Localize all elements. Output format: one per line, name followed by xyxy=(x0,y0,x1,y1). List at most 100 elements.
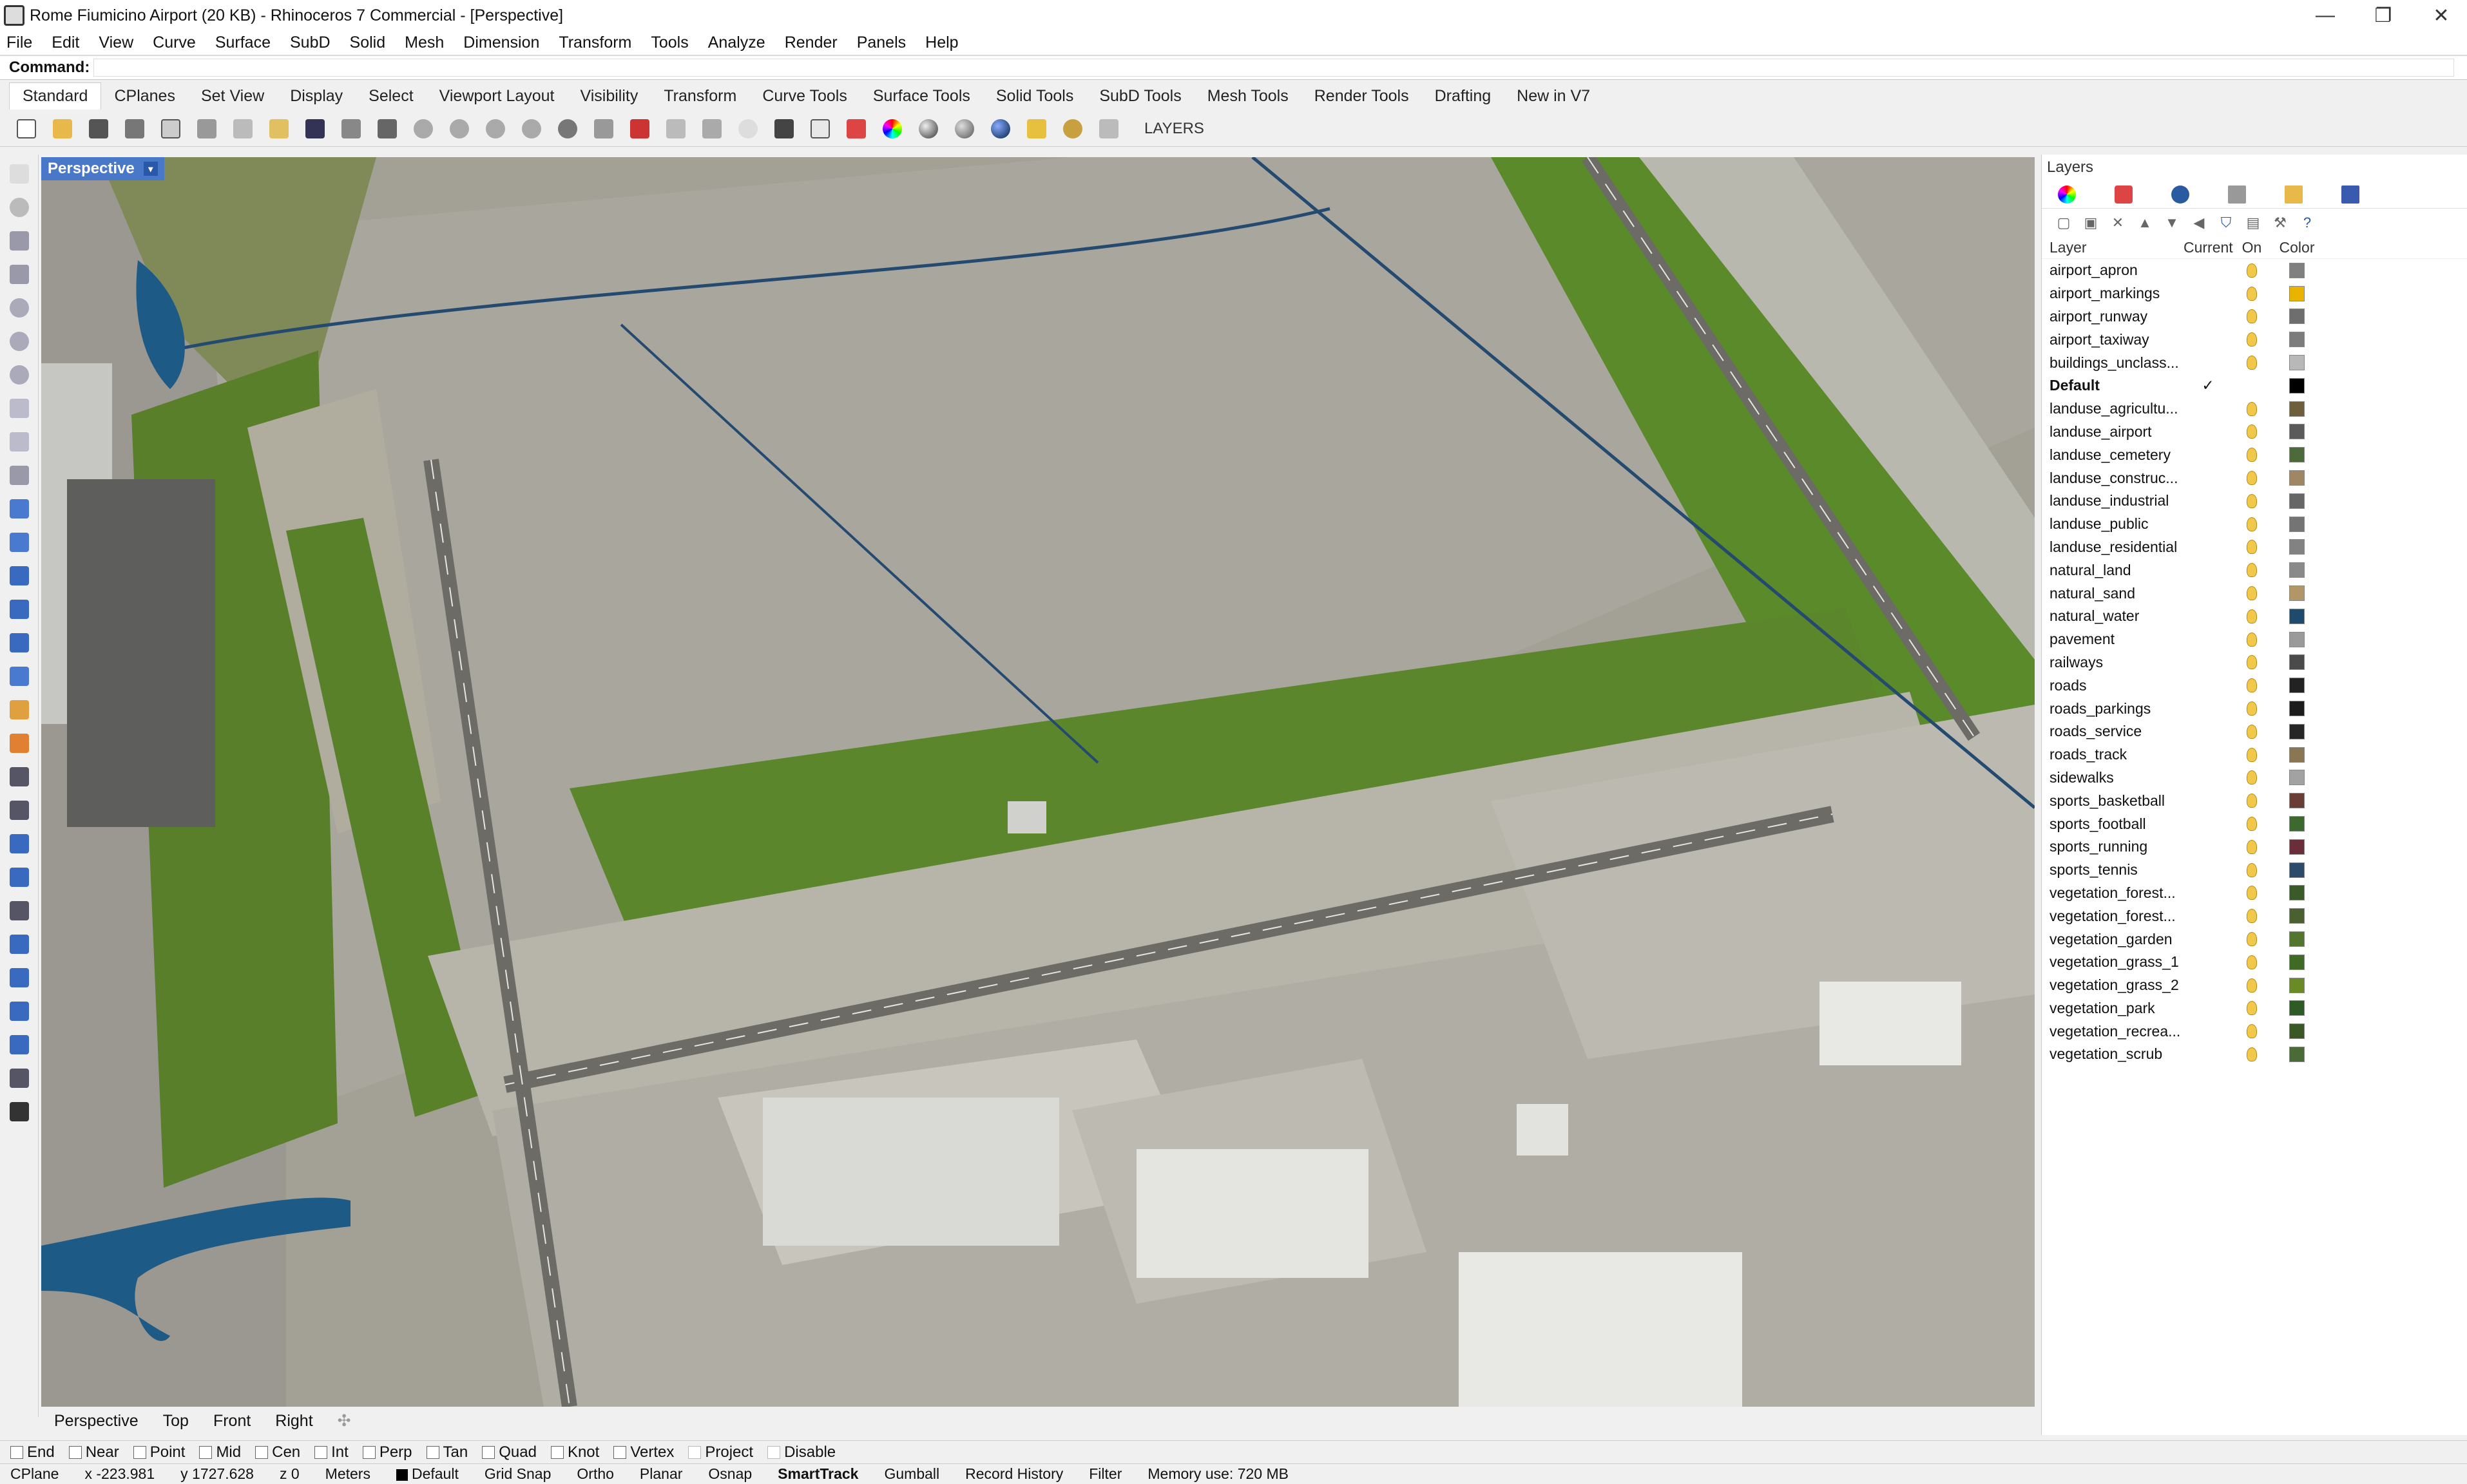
tab-visibility[interactable]: Visibility xyxy=(567,83,651,109)
move-out-icon[interactable]: ◀ xyxy=(2190,214,2208,232)
layer-color-cell[interactable] xyxy=(2271,539,2323,555)
snap-icon[interactable] xyxy=(5,1031,34,1059)
osnap-checkbox[interactable] xyxy=(314,1445,328,1459)
filter-icon[interactable]: ⛉ xyxy=(2217,214,2235,232)
layer-row[interactable]: vegetation_park xyxy=(2042,997,2467,1020)
layer-name[interactable]: sports_tennis xyxy=(2042,861,2184,879)
layer-color-cell[interactable] xyxy=(2271,631,2323,647)
history-icon[interactable] xyxy=(5,1064,34,1092)
import-icon[interactable] xyxy=(157,115,184,142)
layer-color-cell[interactable] xyxy=(2271,470,2323,486)
layer-row[interactable]: roads_service xyxy=(2042,720,2467,743)
layer-name[interactable]: natural_land xyxy=(2042,562,2184,579)
layer-row[interactable]: landuse_cemetery xyxy=(2042,443,2467,466)
layer-name[interactable]: vegetation_park xyxy=(2042,1000,2184,1017)
layer-on-toggle[interactable] xyxy=(2232,424,2271,439)
layer-name[interactable]: roads_service xyxy=(2042,723,2184,740)
minimize-button[interactable]: — xyxy=(2296,0,2354,31)
car-icon[interactable] xyxy=(626,115,653,142)
menu-solid[interactable]: Solid xyxy=(350,33,386,52)
layer-on-toggle[interactable] xyxy=(2232,724,2271,739)
new-sublayer-icon[interactable]: ▣ xyxy=(2082,214,2100,232)
tab-curve-tools[interactable]: Curve Tools xyxy=(749,83,860,109)
plane-icon[interactable] xyxy=(662,115,689,142)
perspective-viewport[interactable] xyxy=(41,157,2035,1407)
new-layer-icon[interactable]: ▢ xyxy=(2055,214,2073,232)
layer-on-toggle[interactable] xyxy=(2232,655,2271,670)
tab-solid-tools[interactable]: Solid Tools xyxy=(983,83,1086,109)
layers-toolbar-label[interactable]: LAYERS xyxy=(1144,120,1204,138)
box-icon[interactable] xyxy=(5,562,34,590)
layer-color-cell[interactable] xyxy=(2271,562,2323,578)
close-button[interactable]: ✕ xyxy=(2412,0,2467,31)
array-icon[interactable] xyxy=(5,830,34,858)
osnap-checkbox[interactable] xyxy=(482,1445,495,1459)
menu-help[interactable]: Help xyxy=(925,33,958,52)
tab-select[interactable]: Select xyxy=(356,83,426,109)
check-icon[interactable] xyxy=(5,1098,34,1126)
layer-color-cell[interactable] xyxy=(2271,885,2323,901)
layer-on-toggle[interactable] xyxy=(2232,839,2271,854)
osnap-checkbox[interactable] xyxy=(255,1445,269,1459)
layer-current-check[interactable]: ✓ xyxy=(2184,377,2232,394)
layer-color-cell[interactable] xyxy=(2271,654,2323,671)
zoom-dynamic-icon[interactable] xyxy=(446,115,473,142)
layer-row[interactable]: roads_track xyxy=(2042,743,2467,766)
layer-on-toggle[interactable] xyxy=(2232,747,2271,762)
layer-color-cell[interactable] xyxy=(2271,608,2323,624)
layer-on-toggle[interactable] xyxy=(2232,448,2271,462)
layer-on-toggle[interactable] xyxy=(2232,493,2271,508)
layer-row[interactable]: natural_sand xyxy=(2042,582,2467,605)
menu-curve[interactable]: Curve xyxy=(153,33,196,52)
planar-toggle[interactable]: Planar xyxy=(640,1465,682,1483)
tab-cplanes[interactable]: CPlanes xyxy=(101,83,188,109)
four-viewports-icon[interactable] xyxy=(590,115,617,142)
layer-color-cell[interactable] xyxy=(2271,1023,2323,1040)
layer-row[interactable]: railways xyxy=(2042,651,2467,674)
layer-on-toggle[interactable] xyxy=(2232,862,2271,877)
rectangle-icon[interactable] xyxy=(5,394,34,423)
layer-name[interactable]: Default xyxy=(2042,377,2184,394)
subd-icon[interactable] xyxy=(5,696,34,724)
layer-on-toggle[interactable] xyxy=(2232,356,2271,370)
osnap-cen[interactable]: Cen xyxy=(255,1443,300,1461)
zoom-extents-icon[interactable] xyxy=(482,115,509,142)
analyze-icon[interactable] xyxy=(5,964,34,992)
layer-row[interactable]: natural_water xyxy=(2042,605,2467,628)
print-icon[interactable] xyxy=(121,115,148,142)
layer-color-cell[interactable] xyxy=(2271,954,2323,970)
rotate-view-icon[interactable] xyxy=(554,115,581,142)
layer-row[interactable]: airport_apron xyxy=(2042,259,2467,282)
osnap-checkbox[interactable] xyxy=(613,1445,627,1459)
layer-color-cell[interactable] xyxy=(2271,309,2323,325)
pan-icon[interactable] xyxy=(338,115,365,142)
layer-color-cell[interactable] xyxy=(2271,839,2323,855)
layer-name[interactable]: landuse_public xyxy=(2042,515,2184,533)
viewport-menu-arrow-icon[interactable]: ▾ xyxy=(143,162,158,176)
current-layer-status[interactable]: Default xyxy=(396,1465,459,1483)
osnap-vertex[interactable]: Vertex xyxy=(613,1443,674,1461)
layer-on-toggle[interactable] xyxy=(2232,563,2271,578)
menu-transform[interactable]: Transform xyxy=(559,33,631,52)
tab-standard[interactable]: Standard xyxy=(9,82,102,109)
layer-name[interactable]: airport_runway xyxy=(2042,308,2184,325)
layer-name[interactable]: sports_football xyxy=(2042,815,2184,833)
mesh-icon[interactable] xyxy=(5,662,34,690)
help-icon[interactable]: ? xyxy=(2298,214,2316,232)
paste-icon[interactable] xyxy=(265,115,293,142)
osnap-end[interactable]: End xyxy=(10,1443,55,1461)
tab-display[interactable]: Display xyxy=(277,83,356,109)
layer-name[interactable]: sidewalks xyxy=(2042,769,2184,786)
gumball-toggle[interactable]: Gumball xyxy=(884,1465,939,1483)
layer-row[interactable]: roads xyxy=(2042,674,2467,697)
osnap-point[interactable]: Point xyxy=(133,1443,185,1461)
tab-drafting[interactable]: Drafting xyxy=(1422,83,1504,109)
layer-row[interactable]: vegetation_scrub xyxy=(2042,1043,2467,1066)
osnap-perp[interactable]: Perp xyxy=(362,1443,412,1461)
layer-on-toggle[interactable] xyxy=(2232,955,2271,969)
arc-icon[interactable] xyxy=(5,327,34,356)
layer-name[interactable]: airport_apron xyxy=(2042,262,2184,279)
layer-color-cell[interactable] xyxy=(2271,401,2323,417)
layer-row[interactable]: pavement xyxy=(2042,628,2467,651)
ortho-toggle[interactable]: Ortho xyxy=(577,1465,614,1483)
